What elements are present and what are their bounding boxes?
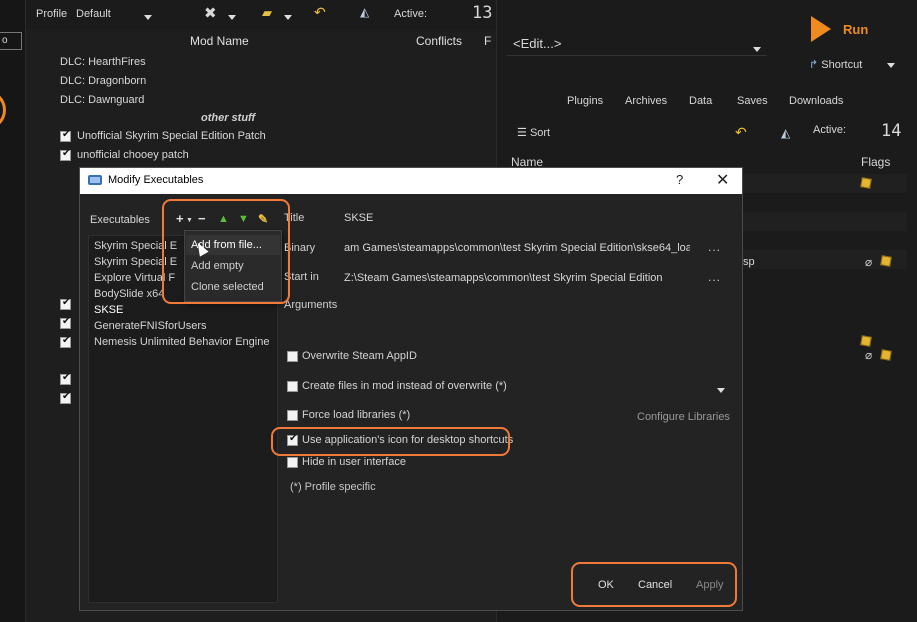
executable-combo-value: <Edit...>: [513, 36, 562, 51]
col-flags[interactable]: Flags: [861, 155, 890, 169]
mod-checkbox[interactable]: [60, 297, 71, 310]
mod-row[interactable]: Unofficial Skyrim Special Edition Patch: [77, 130, 266, 142]
col-flags[interactable]: F: [484, 34, 491, 48]
run-button[interactable]: Run: [805, 12, 895, 46]
arguments-input[interactable]: [344, 296, 724, 314]
tab-data[interactable]: Data: [689, 95, 712, 107]
tab-archives[interactable]: Archives: [625, 95, 667, 107]
tab-downloads[interactable]: Downloads: [789, 95, 843, 107]
sort-button[interactable]: ☰ Sort: [517, 126, 550, 139]
tab-plugins[interactable]: Plugins: [567, 95, 603, 107]
executable-combo[interactable]: <Edit...>: [507, 30, 767, 56]
create-files-label: Create files in mod instead of overwrite…: [302, 380, 507, 392]
mod-checkbox[interactable]: [60, 372, 71, 385]
start-in-browse-button[interactable]: ...: [708, 270, 721, 284]
binary-browse-button[interactable]: ...: [708, 240, 721, 254]
highlight-use-icon-option: [271, 427, 510, 456]
force-load-label: Force load libraries (*): [302, 409, 411, 421]
executable-item[interactable]: Nemesis Unlimited Behavior Engine: [94, 336, 269, 348]
chevron-down-icon[interactable]: [284, 11, 292, 23]
mod-checkbox[interactable]: [60, 335, 71, 348]
undo-icon[interactable]: ↶: [314, 4, 326, 21]
overwrite-appid-label: Overwrite Steam AppID: [302, 350, 417, 362]
profile-value: Default: [76, 8, 111, 20]
plugins-active-label: Active:: [813, 124, 847, 136]
plugin-flag-icon: [860, 177, 872, 189]
shortcut-icon: ↱: [809, 59, 819, 71]
shortcut-label: Shortcut: [821, 59, 863, 71]
executable-item-selected[interactable]: SKSE: [94, 304, 123, 316]
col-conflicts[interactable]: Conflicts: [416, 34, 462, 48]
backup-icon[interactable]: ◭: [360, 5, 369, 19]
mod-checkbox[interactable]: [60, 316, 71, 329]
chevron-down-icon[interactable]: [228, 11, 236, 23]
arguments-label: Arguments: [284, 299, 338, 311]
attachment-icon: ⌀: [865, 255, 873, 269]
play-icon: [811, 16, 831, 42]
instance-logo-icon: [0, 90, 6, 130]
highlight-dialog-buttons: [571, 562, 737, 607]
dialog-title: Modify Executables: [108, 174, 204, 186]
side-tab[interactable]: o: [0, 32, 22, 50]
main-toolbar: Profile Default ✖ ▰ ↶ ◭ Active: 13: [26, 0, 496, 30]
attachment-icon: ⌀: [865, 348, 873, 362]
left-edge-panel: o: [0, 0, 26, 622]
binary-input[interactable]: am Games\steamapps\common\test Skyrim Sp…: [344, 242, 690, 254]
close-icon[interactable]: ✕: [716, 170, 729, 190]
backup-icon[interactable]: ◭: [781, 126, 790, 140]
mod-row[interactable]: DLC: Dawnguard: [60, 94, 144, 106]
overwrite-appid-checkbox[interactable]: [287, 351, 298, 362]
executable-item[interactable]: BodySlide x64: [94, 288, 164, 300]
executable-item[interactable]: GenerateFNISforUsers: [94, 320, 206, 332]
executables-label: Executables: [90, 214, 150, 226]
title-input[interactable]: SKSE: [344, 212, 373, 224]
window-icon: [88, 175, 102, 185]
separator-row[interactable]: other stuff: [201, 112, 255, 124]
undo-icon[interactable]: ↶: [735, 124, 747, 141]
hide-ui-checkbox[interactable]: [287, 457, 298, 468]
run-label: Run: [843, 22, 869, 37]
create-files-checkbox[interactable]: [287, 381, 298, 392]
force-load-checkbox[interactable]: [287, 410, 298, 421]
help-button[interactable]: ?: [676, 172, 683, 187]
chevron-down-icon[interactable]: [717, 384, 725, 396]
tools-icon[interactable]: ✖: [204, 4, 217, 22]
chevron-down-icon: [753, 41, 761, 56]
start-in-input[interactable]: Z:\Steam Games\steamapps\common\test Sky…: [344, 272, 690, 284]
plugin-name-partial: sp: [743, 256, 755, 268]
mod-row[interactable]: DLC: Dragonborn: [60, 75, 146, 87]
plugins-active-count: 14: [881, 121, 902, 141]
chevron-down-icon: [887, 59, 896, 71]
plugin-flag-icon: [880, 255, 892, 267]
plugin-flag-icon: [860, 335, 872, 347]
mod-checkbox[interactable]: [60, 391, 71, 404]
sort-label: Sort: [529, 127, 551, 139]
plugin-flag-icon: [880, 349, 892, 361]
mod-row[interactable]: unofficial chooey patch: [77, 149, 189, 161]
dialog-titlebar[interactable]: Modify Executables ? ✕: [80, 168, 742, 194]
chevron-down-icon[interactable]: [144, 11, 152, 23]
profile-select[interactable]: Default: [76, 8, 111, 20]
shortcut-button[interactable]: ↱ Shortcut: [809, 58, 896, 71]
col-mod-name[interactable]: Mod Name: [190, 34, 249, 48]
folder-icon[interactable]: ▰: [262, 5, 272, 21]
mod-checkbox[interactable]: [60, 148, 71, 161]
hide-ui-label: Hide in user interface: [302, 456, 406, 468]
mod-row[interactable]: DLC: HearthFires: [60, 56, 146, 68]
profile-label: Profile: [36, 8, 68, 20]
tab-saves[interactable]: Saves: [737, 95, 768, 107]
sort-icon: ☰: [517, 127, 527, 139]
highlight-add-menu: [162, 199, 290, 304]
active-label: Active:: [394, 8, 428, 20]
active-count: 13: [472, 3, 493, 23]
mod-checkbox[interactable]: [60, 129, 71, 142]
profile-specific-note: (*) Profile specific: [290, 481, 376, 493]
configure-libraries-button[interactable]: Configure Libraries: [637, 411, 730, 423]
